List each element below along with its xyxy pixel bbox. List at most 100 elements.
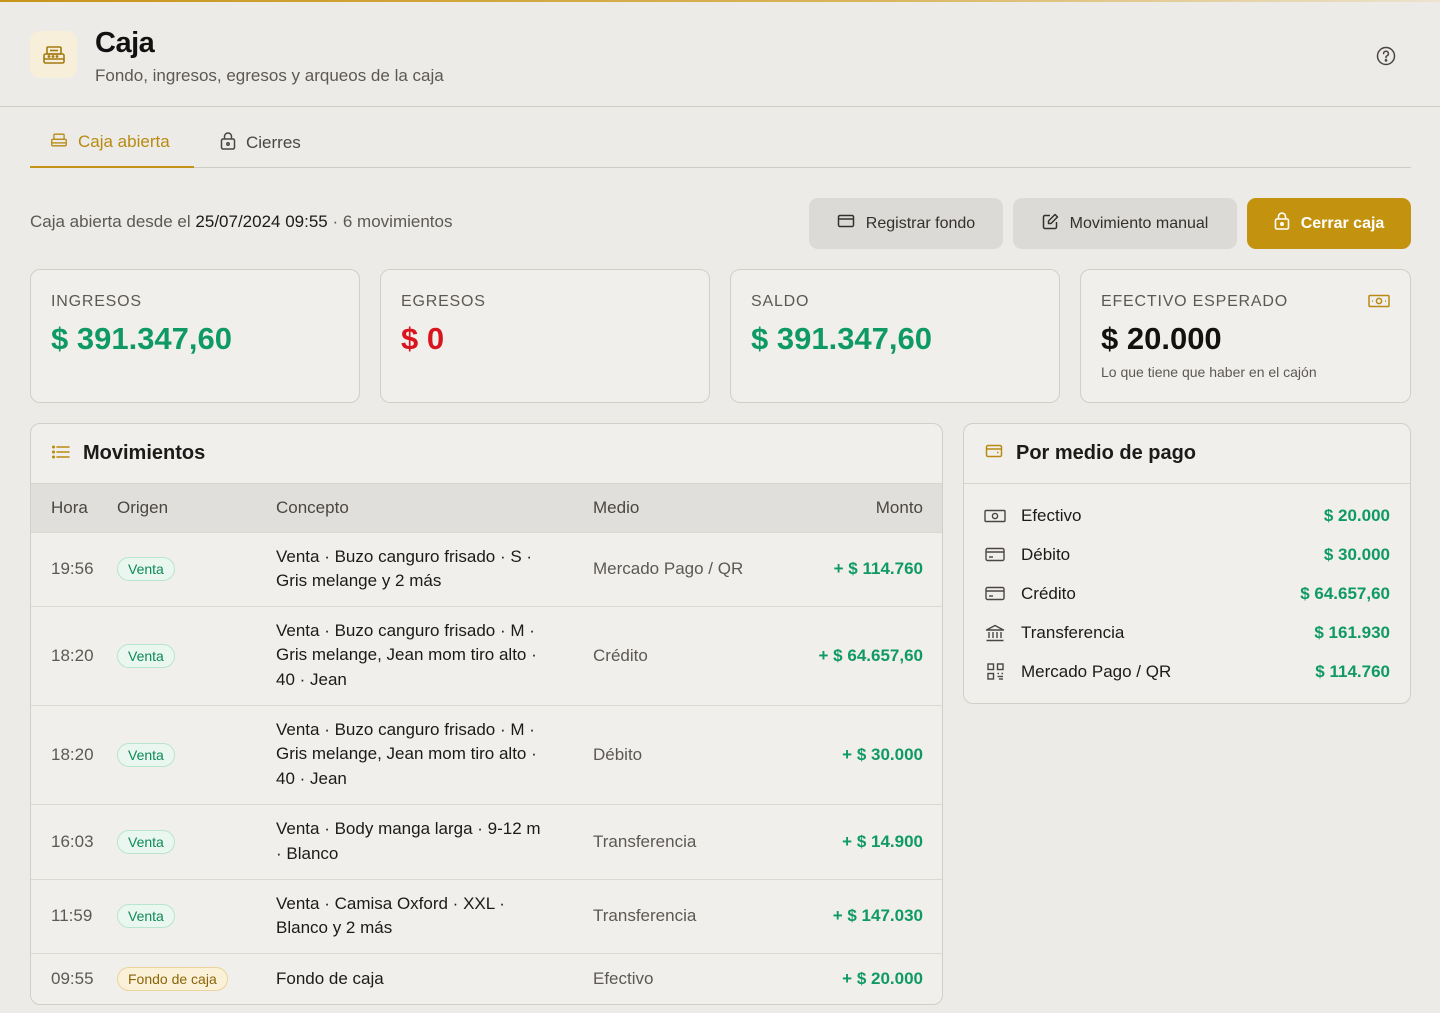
wallet-icon bbox=[985, 442, 1003, 465]
movimientos-header: Movimientos bbox=[31, 424, 942, 484]
payment-row-efectivo: Efectivo $ 20.000 bbox=[964, 496, 1410, 535]
cell-origen: Venta bbox=[117, 878, 276, 953]
help-icon[interactable] bbox=[1376, 46, 1396, 66]
payment-row-mercado-pago: Mercado Pago / QR $ 114.760 bbox=[964, 652, 1410, 691]
cell-concepto: Venta · Camisa Oxford · XXL · Blanco y 2 … bbox=[276, 878, 593, 953]
origin-badge: Venta bbox=[117, 643, 175, 668]
cell-hora: 16:03 bbox=[31, 803, 117, 879]
concepto-line: Gris melange, Jean mom tiro alto · bbox=[276, 744, 537, 764]
origin-badge: Venta bbox=[117, 904, 175, 928]
button-label: Cerrar caja bbox=[1300, 214, 1385, 232]
card-icon bbox=[984, 583, 1006, 605]
cell-hora: 11:59 bbox=[31, 878, 117, 953]
status-line: Caja abierta desde el 25/07/2024 09:55 ·… bbox=[30, 212, 452, 232]
cell-origen: Fondo de caja bbox=[117, 952, 276, 1004]
concepto-line: 40 · Jean bbox=[276, 768, 347, 788]
movimientos-panel: Movimientos Hora Origen Concepto Medio M… bbox=[30, 423, 943, 1005]
payment-row-debito: Débito $ 30.000 bbox=[964, 535, 1410, 574]
movimiento-manual-button[interactable]: Movimiento manual bbox=[1013, 198, 1237, 249]
button-label: Registrar fondo bbox=[865, 214, 976, 232]
register-icon bbox=[50, 132, 68, 153]
origin-badge: Venta bbox=[117, 557, 175, 581]
payment-label: Débito bbox=[1021, 544, 1071, 564]
egresos-card: EGRESOS $ 0 bbox=[380, 269, 710, 403]
column-header: Monto bbox=[784, 484, 942, 532]
cell-medio: Crédito bbox=[593, 605, 785, 705]
cell-monto: + $ 20.000 bbox=[784, 952, 942, 1004]
concepto-line: Gris melange, Jean mom tiro alto · bbox=[276, 645, 537, 665]
concepto-line: 40 · Jean bbox=[276, 669, 347, 689]
cerrar-caja-button[interactable]: Cerrar caja bbox=[1247, 198, 1411, 249]
cell-concepto: Venta · Buzo canguro frisado · S · Gris m… bbox=[276, 531, 593, 606]
panel-title: Por medio de pago bbox=[1016, 442, 1197, 464]
concepto-line: · Blanco bbox=[276, 843, 339, 863]
ingresos-card: INGRESOS $ 391.347,60 bbox=[30, 269, 360, 403]
saldo-value: $ 391.347,60 bbox=[751, 321, 933, 356]
cell-medio: Transferencia bbox=[593, 803, 785, 879]
tab-caja-abierta[interactable]: Caja abierta bbox=[30, 118, 194, 168]
cell-concepto: Venta · Buzo canguro frisado · M · Gris m… bbox=[276, 704, 593, 804]
tab-label: Caja abierta bbox=[78, 132, 170, 151]
table-row[interactable]: 16:03 Venta Venta · Body manga larga · 9… bbox=[31, 803, 942, 879]
concepto-line: Blanco y 2 más bbox=[276, 918, 393, 937]
medios-pago-panel: Por medio de pago Efectivo $ 20.000 Débi… bbox=[963, 423, 1411, 704]
table-row[interactable]: 09:55 Fondo de caja Fondo de caja Efecti… bbox=[31, 952, 942, 1004]
table-row[interactable]: 18:20 Venta Venta · Buzo canguro frisado… bbox=[31, 704, 942, 804]
cell-origen: Venta bbox=[117, 531, 276, 606]
egresos-value: $ 0 bbox=[401, 321, 445, 356]
status-datetime: 25/07/2024 09:55 bbox=[195, 212, 328, 231]
concepto-line: Fondo de caja bbox=[276, 969, 384, 988]
concepto-line: Venta · Buzo canguro frisado · S · bbox=[276, 546, 533, 566]
medios-pago-header: Por medio de pago bbox=[964, 424, 1410, 484]
stat-label: SALDO bbox=[751, 293, 810, 310]
origin-badge: Venta bbox=[117, 829, 175, 854]
payment-row-credito: Crédito $ 64.657,60 bbox=[964, 574, 1410, 613]
list-icon bbox=[51, 442, 70, 465]
payment-label: Efectivo bbox=[1021, 505, 1082, 525]
table-row[interactable]: 18:20 Venta Venta · Buzo canguro frisado… bbox=[31, 605, 942, 705]
register-icon bbox=[30, 31, 77, 78]
column-header: Concepto bbox=[276, 484, 593, 532]
ingresos-value: $ 391.347,60 bbox=[51, 321, 233, 356]
origin-badge: Fondo de caja bbox=[117, 967, 228, 992]
page-subtitle: Fondo, ingresos, egresos y arqueos de la… bbox=[95, 66, 444, 85]
saldo-card: SALDO $ 391.347,60 bbox=[730, 269, 1060, 403]
column-header: Medio bbox=[593, 484, 785, 532]
cell-medio: Transferencia bbox=[593, 878, 785, 953]
payment-value: $ 30.000 bbox=[1323, 544, 1390, 564]
cash-icon bbox=[1368, 294, 1390, 313]
table-row[interactable]: 19:56 Venta Venta · Buzo canguro frisado… bbox=[31, 531, 942, 606]
payment-label: Transferencia bbox=[1021, 622, 1125, 642]
tab-bar: Caja abierta Cierres bbox=[30, 118, 1411, 168]
concepto-line: Venta · Body manga larga · 9-12 m bbox=[276, 819, 541, 838]
efectivo-note: Lo que tiene que haber en el cajón bbox=[1101, 364, 1317, 380]
origin-badge: Venta bbox=[117, 742, 175, 767]
payment-value: $ 20.000 bbox=[1323, 505, 1390, 525]
status-prefix: Caja abierta desde el bbox=[30, 212, 191, 231]
wallet-icon bbox=[837, 213, 855, 234]
cell-medio: Efectivo bbox=[593, 952, 785, 1004]
stat-label: EFECTIVO ESPERADO bbox=[1101, 293, 1288, 310]
cell-hora: 18:20 bbox=[31, 605, 117, 705]
table-row[interactable]: 11:59 Venta Venta · Camisa Oxford · XXL … bbox=[31, 878, 942, 953]
tab-cierres[interactable]: Cierres bbox=[220, 118, 301, 168]
payment-label: Mercado Pago / QR bbox=[1021, 661, 1172, 681]
cell-monto: + $ 64.657,60 bbox=[784, 605, 942, 705]
registrar-fondo-button[interactable]: Registrar fondo bbox=[809, 198, 1003, 249]
payment-label: Crédito bbox=[1021, 583, 1076, 603]
page-title: Caja bbox=[95, 27, 155, 59]
page-header: Caja Fondo, ingresos, egresos y arqueos … bbox=[0, 2, 1440, 107]
concepto-line: Venta · Buzo canguro frisado · M · bbox=[276, 620, 535, 640]
efectivo-esperado-card: EFECTIVO ESPERADO $ 20.000 Lo que tiene … bbox=[1080, 269, 1411, 403]
column-header: Origen bbox=[117, 484, 276, 532]
cell-concepto: Fondo de caja bbox=[276, 952, 593, 1004]
column-header: Hora bbox=[31, 484, 117, 532]
cell-monto: + $ 114.760 bbox=[784, 531, 942, 606]
cell-medio: Débito bbox=[593, 704, 785, 804]
efectivo-value: $ 20.000 bbox=[1101, 321, 1222, 356]
concepto-line: Venta · Buzo canguro frisado · M · bbox=[276, 719, 535, 739]
bank-icon bbox=[984, 622, 1006, 644]
cell-origen: Venta bbox=[117, 605, 276, 705]
concepto-line: Gris melange y 2 más bbox=[276, 571, 442, 590]
cash-icon bbox=[984, 505, 1006, 527]
